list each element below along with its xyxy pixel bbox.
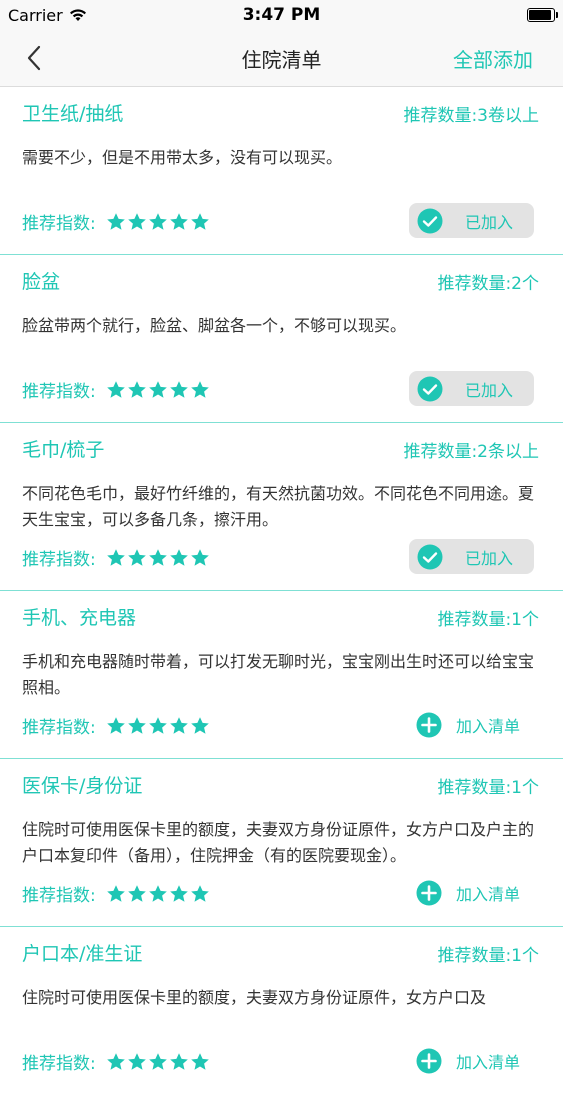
plus-circle-icon: [416, 1048, 442, 1074]
add-to-list-button[interactable]: 加入清单: [416, 709, 541, 741]
plus-circle-icon: [416, 880, 442, 906]
star-icon: [190, 1052, 209, 1070]
item-quantity: 推荐数量:2条以上: [403, 442, 539, 462]
add-button-label: 加入清单: [456, 717, 521, 736]
star-icon: [106, 1052, 125, 1070]
star-rating: [106, 716, 210, 736]
rating-label: 推荐指数:: [22, 214, 96, 234]
rating: 推荐指数:: [22, 881, 210, 906]
star-rating: [106, 884, 210, 904]
item-description: 住院时可使用医保卡里的额度，夫妻双方身份证原件，女方户口及户主的户口本复印件（备…: [22, 820, 535, 865]
add-to-list-button[interactable]: 加入清单: [416, 1045, 541, 1077]
item-quantity: 推荐数量:1个: [437, 946, 539, 966]
star-icon: [148, 212, 167, 230]
item-description: 脸盆带两个就行，脸盆、脚盆各一个，不够可以现买。: [22, 316, 407, 335]
item-quantity: 推荐数量:1个: [437, 778, 539, 798]
star-icon: [106, 884, 125, 902]
list-item: 手机、充电器 推荐数量:1个 手机和充电器随时带着，可以打发无聊时光，宝宝刚出生…: [0, 591, 563, 759]
item-name: 毛巾/梳子: [22, 439, 105, 461]
star-icon: [190, 716, 209, 734]
star-icon: [127, 380, 146, 398]
star-icon: [169, 716, 188, 734]
list-item: 卫生纸/抽纸 推荐数量:3卷以上 需要不少，但是不用带太多，没有可以现买。 推荐…: [0, 87, 563, 255]
rating-label: 推荐指数:: [22, 718, 96, 738]
check-circle-icon: [417, 208, 443, 233]
star-icon: [169, 884, 188, 902]
item-description: 住院时可使用医保卡里的额度，夫妻双方身份证原件，女方户口及: [22, 988, 487, 1007]
checklist: 卫生纸/抽纸 推荐数量:3卷以上 需要不少，但是不用带太多，没有可以现买。 推荐…: [0, 87, 563, 1095]
status-time: 3:47 PM: [242, 5, 321, 25]
star-icon: [148, 884, 167, 902]
star-icon: [127, 1052, 146, 1070]
added-button[interactable]: 已加入: [409, 539, 534, 574]
star-rating: [106, 380, 210, 400]
added-button[interactable]: 已加入: [409, 203, 534, 238]
star-icon: [190, 380, 209, 398]
star-icon: [106, 212, 125, 230]
list-item: 毛巾/梳子 推荐数量:2条以上 不同花色毛巾，最好竹纤维的，有天然抗菌功效。不同…: [0, 423, 563, 591]
list-item: 医保卡/身份证 推荐数量:1个 住院时可使用医保卡里的额度，夫妻双方身份证原件，…: [0, 759, 563, 927]
item-quantity: 推荐数量:3卷以上: [403, 106, 539, 126]
add-button-label: 加入清单: [456, 1053, 521, 1072]
star-icon: [106, 548, 125, 566]
item-name: 手机、充电器: [22, 607, 137, 629]
rating: 推荐指数:: [22, 713, 210, 738]
star-icon: [106, 716, 125, 734]
star-icon: [169, 1052, 188, 1070]
added-button-label: 已加入: [465, 380, 514, 400]
rating: 推荐指数:: [22, 1049, 210, 1074]
status-bar: Carrier 3:47 PM: [0, 0, 563, 30]
rating-label: 推荐指数:: [22, 1054, 96, 1074]
rating-label: 推荐指数:: [22, 550, 96, 570]
star-icon: [148, 548, 167, 566]
battery-icon: [527, 8, 558, 22]
star-icon: [127, 548, 146, 566]
star-icon: [148, 1052, 167, 1070]
star-icon: [127, 716, 146, 734]
star-rating: [106, 212, 210, 232]
list-item: 脸盆 推荐数量:2个 脸盆带两个就行，脸盆、脚盆各一个，不够可以现买。 推荐指数…: [0, 255, 563, 423]
star-icon: [190, 884, 209, 902]
item-description: 不同花色毛巾，最好竹纤维的，有天然抗菌功效。不同花色不同用途。夏天生宝宝，可以多…: [22, 484, 535, 529]
list-item: 户口本/准生证 推荐数量:1个 住院时可使用医保卡里的额度，夫妻双方身份证原件，…: [0, 927, 563, 1095]
add-all-button[interactable]: 全部添加: [453, 44, 533, 73]
star-icon: [190, 548, 209, 566]
star-icon: [169, 548, 188, 566]
item-name: 卫生纸/抽纸: [22, 103, 124, 125]
rating: 推荐指数:: [22, 377, 210, 402]
item-quantity: 推荐数量:1个: [437, 610, 539, 630]
item-description: 需要不少，但是不用带太多，没有可以现买。: [22, 148, 343, 167]
added-button[interactable]: 已加入: [409, 371, 534, 406]
item-description: 手机和充电器随时带着，可以打发无聊时光，宝宝刚出生时还可以给宝宝照相。: [22, 652, 535, 697]
star-icon: [148, 380, 167, 398]
add-to-list-button[interactable]: 加入清单: [416, 877, 541, 909]
star-icon: [106, 380, 125, 398]
item-name: 医保卡/身份证: [22, 775, 143, 797]
added-button-label: 已加入: [465, 548, 514, 568]
star-icon: [127, 212, 146, 230]
check-circle-icon: [417, 544, 443, 569]
star-rating: [106, 548, 210, 568]
rating-label: 推荐指数:: [22, 382, 96, 402]
item-name: 户口本/准生证: [22, 943, 143, 965]
nav-bar: 住院清单 全部添加: [0, 30, 563, 87]
rating: 推荐指数:: [22, 209, 210, 234]
plus-circle-icon: [416, 712, 442, 738]
check-circle-icon: [417, 376, 443, 401]
star-icon: [169, 212, 188, 230]
star-icon: [169, 380, 188, 398]
item-quantity: 推荐数量:2个: [437, 274, 539, 294]
rating-label: 推荐指数:: [22, 886, 96, 906]
star-rating: [106, 1052, 210, 1072]
item-name: 脸盆: [22, 271, 61, 293]
star-icon: [127, 884, 146, 902]
added-button-label: 已加入: [465, 212, 514, 232]
star-icon: [148, 716, 167, 734]
star-icon: [190, 212, 209, 230]
rating: 推荐指数:: [22, 545, 210, 570]
add-button-label: 加入清单: [456, 885, 521, 904]
